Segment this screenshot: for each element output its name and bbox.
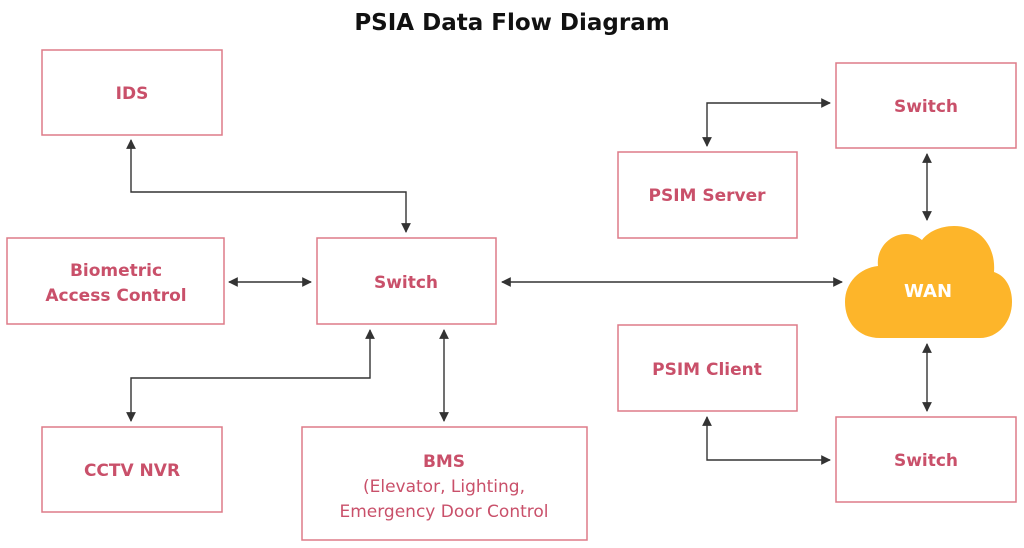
edge-ids-switch <box>126 139 411 233</box>
node-wan-cloud: WAN <box>845 226 1012 338</box>
svg-text:Access Control: Access Control <box>45 286 186 306</box>
node-switch-main: Switch <box>316 237 497 325</box>
node-bms: BMS (Elevator, Lighting, Emergency Door … <box>301 426 588 541</box>
svg-text:PSIM Client: PSIM Client <box>652 360 762 380</box>
node-biometric-access-control: Biometric Access Control <box>6 237 225 325</box>
svg-text:Biometric: Biometric <box>70 261 162 281</box>
node-psim-server: PSIM Server <box>617 151 798 239</box>
svg-text:WAN: WAN <box>904 281 952 302</box>
node-switch-top: Switch <box>835 62 1017 149</box>
svg-text:(Elevator, Lighting,: (Elevator, Lighting, <box>363 477 525 497</box>
edge-switch-cctv <box>126 329 375 422</box>
node-switch-bottom: Switch <box>835 416 1017 503</box>
svg-text:PSIM Server: PSIM Server <box>648 186 766 206</box>
svg-text:Switch: Switch <box>374 273 438 293</box>
svg-text:Switch: Switch <box>894 97 958 117</box>
node-cctv-nvr: CCTV NVR <box>41 426 223 513</box>
svg-text:Switch: Switch <box>894 451 958 471</box>
node-psim-client: PSIM Client <box>617 324 798 412</box>
diagram: PSIA Data Flow Diagram IDS Biometric Acc… <box>0 0 1024 548</box>
diagram-title: PSIA Data Flow Diagram <box>354 10 669 36</box>
svg-text:CCTV NVR: CCTV NVR <box>84 461 180 481</box>
edge-psimserver-switch <box>702 98 831 147</box>
svg-text:Emergency Door Control: Emergency Door Control <box>339 502 548 522</box>
edge-psimclient-switch <box>702 416 831 465</box>
svg-text:BMS: BMS <box>423 452 465 472</box>
svg-text:IDS: IDS <box>116 84 149 104</box>
node-ids: IDS <box>41 49 223 136</box>
